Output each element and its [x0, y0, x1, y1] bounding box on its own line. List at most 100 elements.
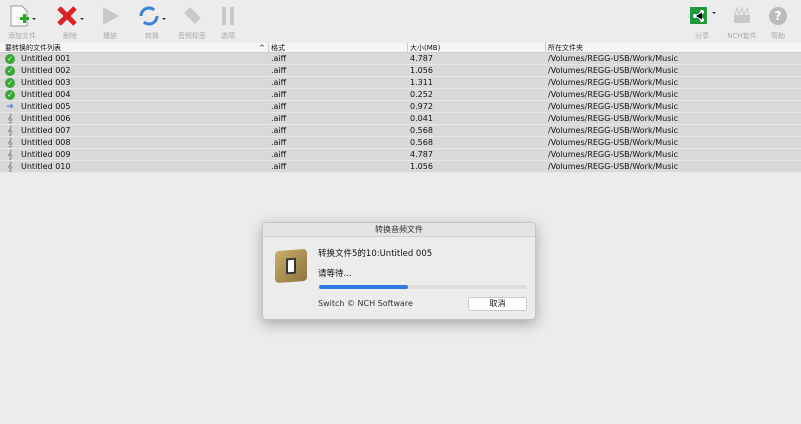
music-clef-icon: 𝄞: [7, 137, 13, 148]
table-row[interactable]: ✓ Untitled 001 .aiff 4.787 /Volumes/REGG-…: [0, 53, 801, 65]
file-name-cell: 𝄞 Untitled 009: [5, 149, 70, 160]
folder-cell: /Volumes/REGG-USB/Work/Music: [548, 66, 679, 75]
table-row[interactable]: ✓ Untitled 002 .aiff 1.056 /Volumes/REGG-…: [0, 65, 801, 77]
size-cell: 0.568: [410, 126, 433, 135]
converting-arrow-icon: ➔: [6, 101, 14, 112]
add-file-button[interactable]: 添加文件: [2, 3, 42, 41]
file-name-cell: 𝄞 Untitled 006: [5, 113, 70, 124]
file-name: Untitled 001: [21, 54, 71, 63]
play-button[interactable]: 播放: [90, 3, 130, 41]
switch-app-icon: [275, 248, 307, 284]
format-cell: .aiff: [271, 90, 287, 99]
svg-text:?: ?: [775, 9, 782, 23]
table-header: 要转换的文件列表 ^ 格式 大小(MB) 所在文件夹: [0, 43, 801, 53]
folder-cell: /Volumes/REGG-USB/Work/Music: [548, 162, 679, 171]
size-cell: 4.787: [410, 54, 433, 63]
column-header-size[interactable]: 大小(MB): [410, 43, 440, 53]
size-cell: 1.056: [410, 162, 433, 171]
size-cell: 0.041: [410, 114, 433, 123]
progress-bar: [319, 285, 527, 289]
file-list-table: 要转换的文件列表 ^ 格式 大小(MB) 所在文件夹 ✓ Untitled 001…: [0, 43, 801, 173]
convert-button[interactable]: 转换: [132, 3, 172, 41]
progress-message: 转换文件5的10:Untitled 005: [318, 249, 433, 259]
format-cell: .aiff: [271, 138, 287, 147]
table-row[interactable]: 𝄞 Untitled 008 .aiff 0.568 /Volumes/REGG-…: [0, 137, 801, 149]
format-cell: .aiff: [271, 150, 287, 159]
help-icon: ?: [769, 7, 787, 25]
share-icon: [690, 7, 716, 24]
tools-icon: [222, 7, 234, 25]
options-button[interactable]: 选项: [208, 3, 248, 41]
music-clef-icon: 𝄞: [7, 161, 13, 172]
column-header-format[interactable]: 格式: [271, 43, 285, 53]
share-button[interactable]: 分享: [682, 3, 722, 41]
file-name: Untitled 005: [21, 102, 71, 111]
audio-tags-button[interactable]: 音频标签: [172, 3, 212, 41]
size-cell: 1.311: [410, 78, 433, 87]
format-cell: .aiff: [271, 162, 287, 171]
file-name: Untitled 010: [21, 162, 71, 171]
file-name-cell: ✓ Untitled 002: [5, 65, 70, 76]
music-clef-icon: 𝄞: [7, 125, 13, 136]
file-name: Untitled 004: [21, 90, 71, 99]
folder-cell: /Volumes/REGG-USB/Work/Music: [548, 54, 679, 63]
column-header-folder[interactable]: 所在文件夹: [548, 43, 583, 53]
format-cell: .aiff: [271, 102, 287, 111]
copyright-text: Switch © NCH Software: [318, 299, 413, 308]
convert-icon: [139, 6, 166, 26]
format-cell: .aiff: [271, 126, 287, 135]
delete-icon: [57, 6, 84, 26]
file-name: Untitled 003: [21, 78, 71, 87]
cancel-button[interactable]: 取消: [468, 297, 527, 311]
folder-cell: /Volumes/REGG-USB/Work/Music: [548, 90, 679, 99]
delete-button[interactable]: 删除: [50, 3, 90, 41]
help-button[interactable]: ? 帮助: [758, 3, 798, 41]
file-name-cell: 𝄞 Untitled 007: [5, 125, 70, 136]
wait-message: 请等待...: [318, 269, 352, 279]
file-name: Untitled 002: [21, 66, 71, 75]
file-name: Untitled 006: [21, 114, 71, 123]
file-name-cell: 𝄞 Untitled 010: [5, 161, 70, 172]
table-row[interactable]: ✓ Untitled 003 .aiff 1.311 /Volumes/REGG-…: [0, 77, 801, 89]
format-cell: .aiff: [271, 54, 287, 63]
format-cell: .aiff: [271, 114, 287, 123]
folder-cell: /Volumes/REGG-USB/Work/Music: [548, 78, 679, 87]
sort-ascending-icon: ^: [259, 44, 265, 52]
convert-progress-dialog: 转换音频文件 转换文件5的10:Untitled 005 请等待... Swit…: [262, 222, 536, 320]
table-row[interactable]: ➔ Untitled 005 .aiff 0.972 /Volumes/REGG-…: [0, 101, 801, 113]
file-name-cell: ➔ Untitled 005: [5, 101, 70, 112]
progress-fill: [319, 285, 409, 289]
size-cell: 1.056: [410, 66, 433, 75]
table-row[interactable]: 𝄞 Untitled 009 .aiff 4.787 /Volumes/REGG-…: [0, 149, 801, 161]
music-clef-icon: 𝄞: [7, 149, 13, 160]
toolbar: 添加文件 删除 播放 转换 音频标签 选项 分享 NCH套件 ? 帮助: [0, 0, 801, 42]
size-cell: 0.252: [410, 90, 433, 99]
file-name: Untitled 009: [21, 150, 71, 159]
table-row[interactable]: 𝄞 Untitled 010 .aiff 1.056 /Volumes/REGG-…: [0, 161, 801, 173]
file-name: Untitled 007: [21, 126, 71, 135]
format-cell: .aiff: [271, 66, 287, 75]
add-file-icon: [10, 5, 36, 27]
play-icon: [103, 7, 119, 25]
file-name-cell: ✓ Untitled 001: [5, 53, 70, 64]
file-name-cell: ✓ Untitled 004: [5, 89, 70, 100]
column-header-files[interactable]: 要转换的文件列表: [5, 43, 61, 53]
dialog-title: 转换音频文件: [263, 223, 535, 237]
folder-cell: /Volumes/REGG-USB/Work/Music: [548, 150, 679, 159]
tag-icon: [184, 7, 201, 24]
nch-suite-icon: [734, 6, 750, 23]
table-row[interactable]: 𝄞 Untitled 006 .aiff 0.041 /Volumes/REGG-…: [0, 113, 801, 125]
done-check-icon: ✓: [5, 77, 15, 88]
done-check-icon: ✓: [5, 89, 15, 100]
table-row[interactable]: 𝄞 Untitled 007 .aiff 0.568 /Volumes/REGG-…: [0, 125, 801, 137]
music-clef-icon: 𝄞: [7, 113, 13, 124]
folder-cell: /Volumes/REGG-USB/Work/Music: [548, 126, 679, 135]
folder-cell: /Volumes/REGG-USB/Work/Music: [548, 138, 679, 147]
size-cell: 0.972: [410, 102, 433, 111]
table-row[interactable]: ✓ Untitled 004 .aiff 0.252 /Volumes/REGG-…: [0, 89, 801, 101]
done-check-icon: ✓: [5, 65, 15, 76]
folder-cell: /Volumes/REGG-USB/Work/Music: [548, 114, 679, 123]
nch-suite-button[interactable]: NCH套件: [722, 3, 762, 41]
done-check-icon: ✓: [5, 53, 15, 64]
file-name-cell: 𝄞 Untitled 008: [5, 137, 70, 148]
